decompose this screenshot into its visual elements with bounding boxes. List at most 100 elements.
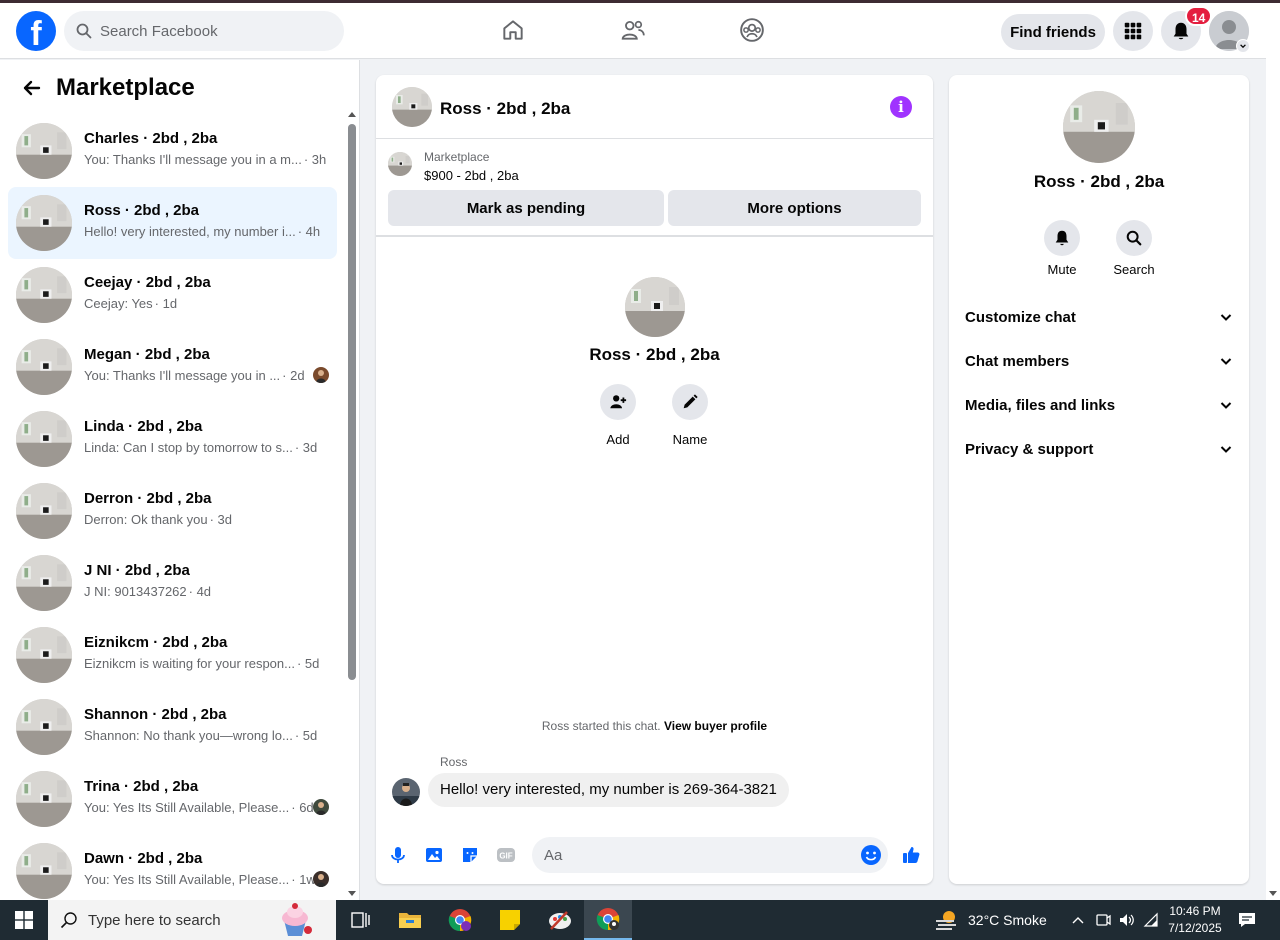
name-edit-button[interactable]: Name (660, 384, 720, 447)
conversation-item[interactable]: J NI · 2bd , 2ba J NI: 9013437262 · 4d (8, 547, 337, 619)
chevron-down-icon (1220, 402, 1232, 409)
conversation-item[interactable]: Derron · 2bd , 2ba Derron: Ok thank you · … (8, 475, 337, 547)
conversation-title: Derron · 2bd , 2ba (84, 490, 212, 507)
microphone-icon[interactable] (386, 843, 410, 867)
chevron-down-icon (1220, 446, 1232, 453)
conversation-item[interactable]: Ceejay · 2bd , 2ba Ceejay: Yes · 1d (8, 259, 337, 331)
page-scrollbar[interactable] (1266, 3, 1280, 900)
conversation-title: Ross · 2bd , 2ba (84, 202, 200, 219)
sidebar-scrollbar[interactable] (346, 108, 358, 898)
conversation-item[interactable]: Charles · 2bd , 2ba You: Thanks I'll mess… (8, 115, 337, 187)
view-buyer-profile-link[interactable]: View buyer profile (664, 719, 767, 733)
add-person-button[interactable]: Add (588, 384, 648, 447)
facebook-logo[interactable]: f (16, 11, 56, 51)
listing-bar: Marketplace $900 - 2bd , 2ba Mark as pen… (376, 140, 933, 237)
chrome-active-icon[interactable] (584, 900, 632, 940)
chat-members-section[interactable]: Chat members (965, 341, 1233, 381)
details-avatar[interactable] (1063, 91, 1135, 163)
conversation-preview: Eiznikcm is waiting for your respon... (84, 656, 295, 671)
conversation-title: Charles · 2bd , 2ba (84, 130, 218, 147)
thumbs-up-icon[interactable] (899, 843, 923, 867)
conversation-thumbnail (16, 627, 72, 683)
file-explorer-icon[interactable] (386, 900, 434, 940)
menu-grid-icon[interactable] (1113, 11, 1153, 51)
search-bar[interactable] (64, 11, 344, 51)
message-composer: GIF (376, 833, 933, 877)
message-input[interactable] (532, 837, 888, 873)
photo-icon[interactable] (422, 843, 446, 867)
tray-chevron-up-icon[interactable] (1068, 900, 1088, 940)
conversation-thumbnail (16, 411, 72, 467)
chat-title[interactable]: Ross · 2bd , 2ba (440, 99, 570, 119)
conversation-item[interactable]: Linda · 2bd , 2ba Linda: Can I stop by to… (8, 403, 337, 475)
conversation-time: · 4d (188, 584, 212, 599)
conversation-preview: Shannon: No thank you—wrong lo... (84, 728, 293, 743)
media-files-links-section[interactable]: Media, files and links (965, 385, 1233, 425)
conversation-thumbnail (16, 267, 72, 323)
conversation-item[interactable]: Megan · 2bd , 2ba You: Thanks I'll messag… (8, 331, 337, 403)
chat-details-panel: Ross · 2bd , 2ba Mute Search Customize c… (949, 75, 1249, 884)
conversation-item[interactable]: Shannon · 2bd , 2ba Shannon: No thank you… (8, 691, 337, 763)
taskbar-search-input[interactable] (88, 911, 288, 929)
emoji-icon[interactable] (860, 844, 882, 866)
conversation-item[interactable]: Eiznikcm · 2bd , 2ba Eiznikcm is waiting … (8, 619, 337, 691)
conversation-time: · 3d (209, 512, 232, 527)
search-input[interactable] (100, 22, 330, 40)
conversation-time: · 1d (154, 296, 178, 311)
conversation-item[interactable]: Dawn · 2bd , 2ba You: Yes Its Still Avail… (8, 835, 337, 907)
conversation-time: · 4h (297, 224, 321, 239)
details-name: Ross · 2bd , 2ba (1033, 172, 1165, 191)
mark-as-pending-button[interactable]: Mark as pending (388, 190, 664, 226)
back-arrow-icon[interactable] (16, 72, 48, 104)
search-in-chat-button[interactable]: Search (1099, 220, 1169, 277)
customize-chat-section[interactable]: Customize chat (965, 297, 1233, 337)
seen-avatar (313, 367, 329, 383)
message-sender-name: Ross (440, 755, 468, 769)
message-bubble[interactable]: Hello! very interested, my number is 269… (428, 773, 789, 807)
info-icon[interactable]: i (890, 96, 912, 118)
taskbar-clock[interactable]: 10:46 PM 7/12/2025 (1162, 903, 1228, 937)
chrome-profile-icon[interactable] (436, 900, 484, 940)
home-icon[interactable] (498, 15, 528, 45)
find-friends-button[interactable]: Find friends (1001, 14, 1105, 50)
conversation-preview: You: Thanks I'll message you in ... (84, 368, 281, 383)
privacy-support-section[interactable]: Privacy & support (965, 429, 1233, 469)
friends-icon[interactable] (618, 15, 648, 45)
windows-start-icon[interactable] (0, 900, 48, 940)
meet-now-icon[interactable] (1093, 900, 1113, 940)
conversation-preview: Derron: Ok thank you (84, 512, 208, 527)
conversation-item[interactable]: Trina · 2bd , 2ba You: Yes Its Still Avai… (8, 763, 337, 835)
wifi-icon[interactable] (1141, 900, 1161, 940)
mute-button[interactable]: Mute (1027, 220, 1097, 277)
chat-listing-thumbnail[interactable] (392, 87, 432, 127)
account-chevron-down-icon[interactable] (1236, 39, 1250, 53)
seen-avatar (313, 799, 329, 815)
conversation-thumbnail (16, 339, 72, 395)
conversation-title: Megan · 2bd , 2ba (84, 346, 210, 363)
groups-icon[interactable] (737, 15, 767, 45)
sticky-notes-icon[interactable] (486, 900, 534, 940)
conversation-preview: Ceejay: Yes (84, 296, 153, 311)
add-person-icon (610, 395, 627, 409)
more-options-button[interactable]: More options (668, 190, 921, 226)
taskbar-search-box[interactable] (48, 900, 336, 940)
chat-started-text: Ross started this chat. (541, 719, 661, 733)
conversation-item[interactable]: Ross · 2bd , 2ba Hello! very interested, … (8, 187, 337, 259)
conversation-preview: You: Yes Its Still Available, Please... (84, 800, 290, 815)
listing-price[interactable]: $900 - 2bd , 2ba (424, 168, 519, 183)
volume-icon[interactable] (1116, 900, 1136, 940)
listing-thumbnail[interactable] (388, 152, 412, 176)
chat-center-name: Ross · 2bd , 2ba (589, 345, 720, 364)
notification-center-icon[interactable] (1236, 900, 1258, 940)
weather-smoke-icon (936, 911, 956, 930)
conversation-title: Eiznikcm · 2bd , 2ba (84, 634, 228, 651)
gif-icon[interactable]: GIF (494, 843, 518, 867)
sticker-icon[interactable] (458, 843, 482, 867)
sidebar-title: Marketplace (56, 74, 195, 101)
paint-app-icon[interactable] (536, 900, 584, 940)
conversation-title: Linda · 2bd , 2ba (84, 418, 203, 435)
chat-header: Ross · 2bd , 2ba i (376, 75, 933, 139)
weather-widget[interactable]: 32°C Smoke (934, 900, 1047, 940)
task-view-icon[interactable] (336, 900, 384, 940)
sender-avatar[interactable] (392, 778, 420, 806)
